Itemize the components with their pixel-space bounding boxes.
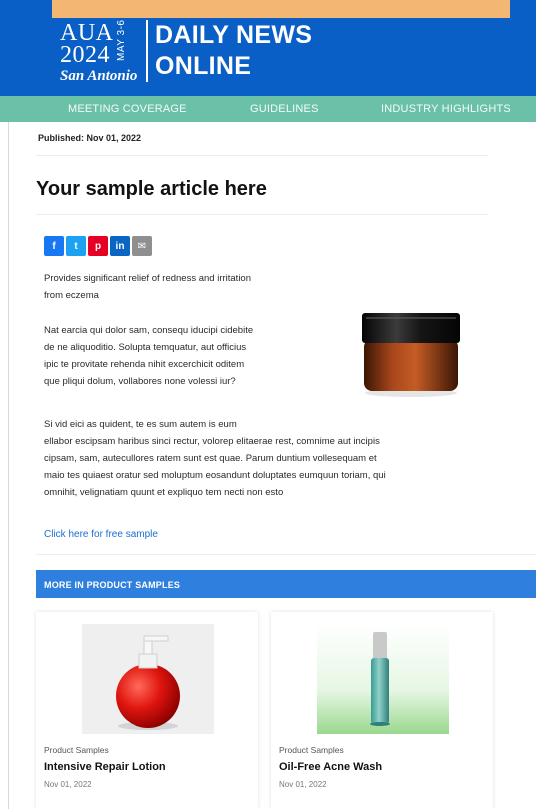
article-summary: Provides significant relief of redness a… — [44, 273, 251, 301]
nav-guidelines[interactable]: GUIDELINES — [250, 103, 319, 115]
card-date: Nov 01, 2022 — [44, 780, 92, 789]
article-title: Your sample article here — [36, 178, 267, 200]
published-date: Published: Nov 01, 2022 — [38, 133, 142, 143]
article-paragraph: Si vid eici as quident, te es sum autem … — [44, 419, 386, 498]
card-category: Product Samples — [44, 745, 109, 755]
divider — [36, 155, 488, 156]
site-title-line1: DAILY NEWS — [155, 21, 313, 49]
card-date: Nov 01, 2022 — [279, 780, 327, 789]
facebook-icon[interactable]: f — [44, 236, 64, 256]
card-title[interactable]: Oil-Free Acne Wash — [279, 761, 382, 773]
main-nav: MEETING COVERAGE GUIDELINES INDUSTRY HIG… — [0, 96, 536, 122]
logo-city: San Antonio — [60, 68, 138, 84]
site-title-line2: ONLINE — [155, 52, 252, 80]
divider — [36, 214, 488, 215]
nav-meeting-coverage[interactable]: MEETING COVERAGE — [68, 103, 187, 115]
related-section-header: MORE IN PRODUCT SAMPLES — [36, 570, 536, 598]
lotion-bottle-image — [82, 624, 214, 734]
email-icon[interactable]: ✉ — [132, 236, 152, 256]
divider — [36, 554, 536, 555]
card-category: Product Samples — [279, 745, 344, 755]
free-sample-link[interactable]: Click here for free sample — [44, 529, 158, 540]
nav-industry-highlights[interactable]: INDUSTRY HIGHLIGHTS — [381, 103, 511, 115]
related-card[interactable]: Product Samples Intensive Repair Lotion … — [36, 612, 258, 809]
related-card[interactable]: Product Samples Oil-Free Acne Wash Nov 0… — [271, 612, 493, 809]
article-paragraph: Nat earcia qui dolor sam, consequ iducip… — [44, 325, 254, 387]
card-title[interactable]: Intensive Repair Lotion — [44, 761, 166, 773]
logo-dates: MAY 3-6 — [116, 19, 127, 61]
product-jar-image — [362, 313, 460, 397]
logo-divider — [146, 20, 148, 82]
site-title[interactable]: DAILY NEWS ONLINE — [155, 20, 312, 82]
acne-wash-bottle-image — [317, 624, 449, 734]
linkedin-icon[interactable]: in — [110, 236, 130, 256]
pinterest-icon[interactable]: p — [88, 236, 108, 256]
twitter-icon[interactable]: t — [66, 236, 86, 256]
